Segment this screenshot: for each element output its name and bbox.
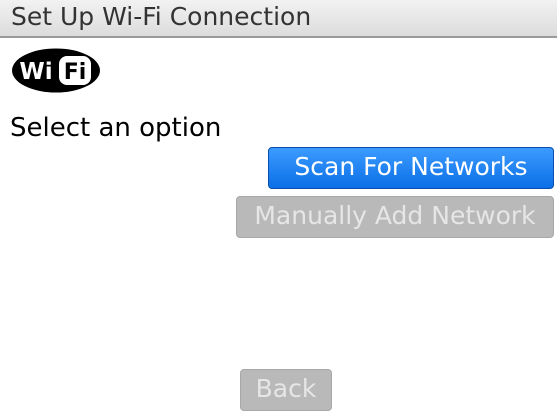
wifi-logo-icon: Wi Fi [12, 48, 100, 93]
wifi-setup-screen: Set Up Wi-Fi Connection Wi Fi Select an … [0, 0, 557, 417]
scan-for-networks-button[interactable]: Scan For Networks [268, 147, 554, 189]
wifi-logo-text-right: Fi [64, 60, 87, 85]
select-option-prompt: Select an option [10, 113, 222, 143]
title-bar: Set Up Wi-Fi Connection [0, 0, 557, 38]
wifi-logo-text-left: Wi [19, 59, 52, 85]
back-button[interactable]: Back [240, 369, 332, 411]
manually-add-network-button[interactable]: Manually Add Network [236, 196, 554, 238]
page-title: Set Up Wi-Fi Connection [11, 2, 312, 31]
